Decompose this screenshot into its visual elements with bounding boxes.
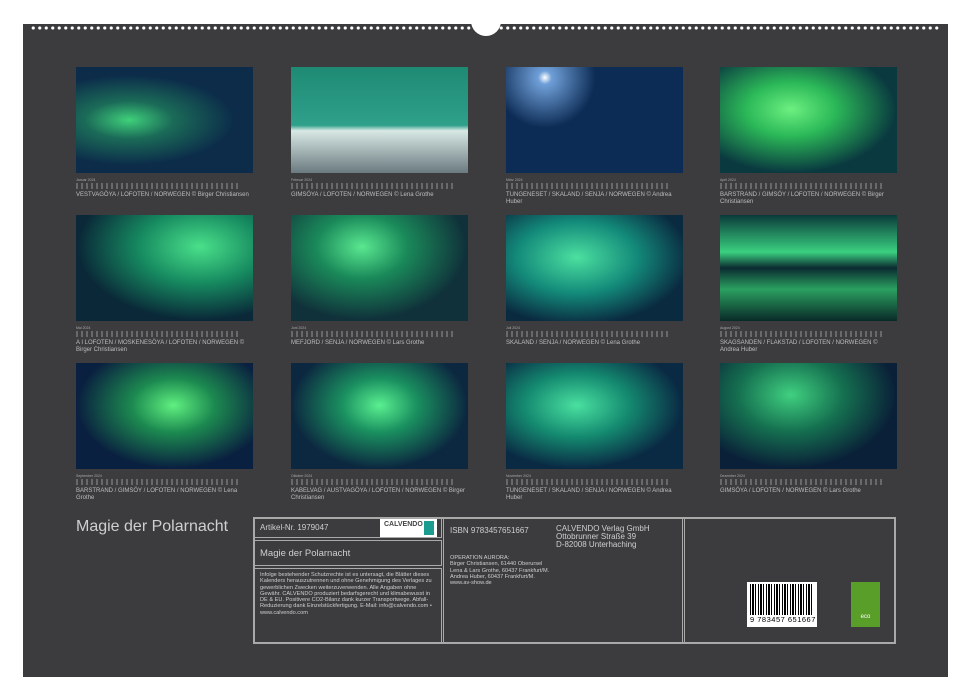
month-tile: September 2024 BARSTRAND / GIMSÖY / LOFO… [76, 363, 253, 502]
photo-caption: KABELVAG / AUSTVAGÖYA / LOFOTEN / NORWEG… [291, 488, 468, 502]
aurora-photo [76, 363, 253, 469]
month-label: Februar 2024 [291, 178, 468, 182]
day-strip [76, 479, 241, 485]
month-tile: Juni 2024 MEFJORD / SENJA / NORWEGEN © L… [291, 215, 468, 347]
aurora-photo [720, 215, 897, 321]
aurora-photo [291, 215, 468, 321]
address-line: Lena & Lars Grothe, 60437 Frankfurt/M. [450, 568, 549, 574]
photo-caption: BARSTRAND / GIMSÖY / LOFOTEN / NORWEGEN … [76, 488, 253, 502]
photo-caption: MEFJORD / SENJA / NORWEGEN © Lars Grothe [291, 340, 468, 347]
aurora-photo [76, 215, 253, 321]
aurora-photo [291, 67, 468, 173]
aurora-photo [720, 67, 897, 173]
month-tile: Februar 2024 GIMSÖYA / LOFOTEN / NORWEGE… [291, 67, 468, 199]
isbn: ISBN 9783457651667 [450, 526, 529, 535]
photo-caption: TUNGENESET / SKALAND / SENJA / NORWEGEN … [506, 488, 683, 502]
aurora-photo [506, 363, 683, 469]
logo-text: CALVENDO [384, 521, 423, 528]
photo-caption: VESTVAGÖYA / LOFOTEN / NORWEGEN © Birger… [76, 192, 253, 199]
day-strip [291, 479, 456, 485]
month-label: Oktober 2024 [291, 474, 468, 478]
day-strip [291, 183, 456, 189]
month-tile: April 2024 BARSTRAND / GIMSÖY / LOFOTEN … [720, 67, 897, 206]
month-tile: Juli 2024 SKALAND / SENJA / NORWEGEN © L… [506, 215, 683, 347]
month-label: September 2024 [76, 474, 253, 478]
month-tile: November 2024 TUNGENESET / SKALAND / SEN… [506, 363, 683, 502]
day-strip [720, 331, 885, 337]
photo-caption: SKAGSANDEN / FLAKSTAD / LOFOTEN / NORWEG… [720, 340, 897, 354]
photo-caption: GIMSÖYA / LOFOTEN / NORWEGEN © Lars Grot… [720, 488, 897, 495]
address-line: www.av-show.de [450, 580, 549, 586]
month-label: April 2024 [720, 178, 897, 182]
calvendo-logo: CALVENDO [380, 519, 437, 537]
month-tile: März 2024 TUNGENESET / SKALAND / SENJA /… [506, 67, 683, 206]
month-label: Mai 2024 [76, 326, 253, 330]
photo-caption: BARSTRAND / GIMSÖY / LOFOTEN / NORWEGEN … [720, 192, 897, 206]
legal-text: Infolge bestehender Schutzrechte ist es … [253, 568, 442, 644]
day-strip [76, 331, 241, 337]
photo-caption: GIMSÖYA / LOFOTEN / NORWEGEN © Lena Grot… [291, 192, 468, 199]
aurora-photo [720, 363, 897, 469]
month-label: Januar 2024 [76, 178, 253, 182]
month-tile: Dezember 2024 GIMSÖYA / LOFOTEN / NORWEG… [720, 363, 897, 495]
month-tile: Oktober 2024 KABELVAG / AUSTVAGÖYA / LOF… [291, 363, 468, 502]
day-strip [720, 183, 885, 189]
month-label: Dezember 2024 [720, 474, 897, 478]
day-strip [506, 331, 671, 337]
calendar-title: Magie der Polarnacht [76, 518, 228, 536]
day-strip [720, 479, 885, 485]
photo-caption: SKALAND / SENJA / NORWEGEN © Lena Grothe [506, 340, 683, 347]
month-label: Juli 2024 [506, 326, 683, 330]
aurora-photo [291, 363, 468, 469]
month-label: November 2024 [506, 474, 683, 478]
month-tile: Januar 2024 VESTVAGÖYA / LOFOTEN / NORWE… [76, 67, 253, 199]
authors: OPERATION AURORA:Birger Christiansen, 61… [450, 555, 549, 586]
eco-badge: eco [851, 582, 880, 627]
address-line: D-82008 Unterhaching [556, 541, 650, 549]
month-tile: August 2024 SKAGSANDEN / FLAKSTAD / LOFO… [720, 215, 897, 354]
product-title: Magie der Polarnacht [253, 540, 442, 566]
aurora-photo [76, 67, 253, 173]
day-strip [506, 183, 671, 189]
photo-caption: TUNGENESET / SKALAND / SENJA / NORWEGEN … [506, 192, 683, 206]
day-strip [76, 183, 241, 189]
month-label: März 2024 [506, 178, 683, 182]
aurora-photo [506, 215, 683, 321]
month-tile: Mai 2024 A I LOFOTEN / MOSKENESÖYA / LOF… [76, 215, 253, 354]
eco-label: eco [861, 614, 871, 620]
address-line: Birger Christiansen, 61440 Oberursel [450, 561, 549, 567]
photo-caption: A I LOFOTEN / MOSKENESÖYA / LOFOTEN / NO… [76, 340, 253, 354]
aurora-photo [506, 67, 683, 173]
day-strip [291, 331, 456, 337]
barcode: 9 783457 651667 [747, 582, 817, 627]
barcode-number: 9 783457 651667 [750, 615, 814, 624]
day-strip [506, 479, 671, 485]
publisher-address: CALVENDO Verlag GmbHOttobrunner Straße 3… [556, 525, 650, 549]
month-label: Juni 2024 [291, 326, 468, 330]
month-label: August 2024 [720, 326, 897, 330]
